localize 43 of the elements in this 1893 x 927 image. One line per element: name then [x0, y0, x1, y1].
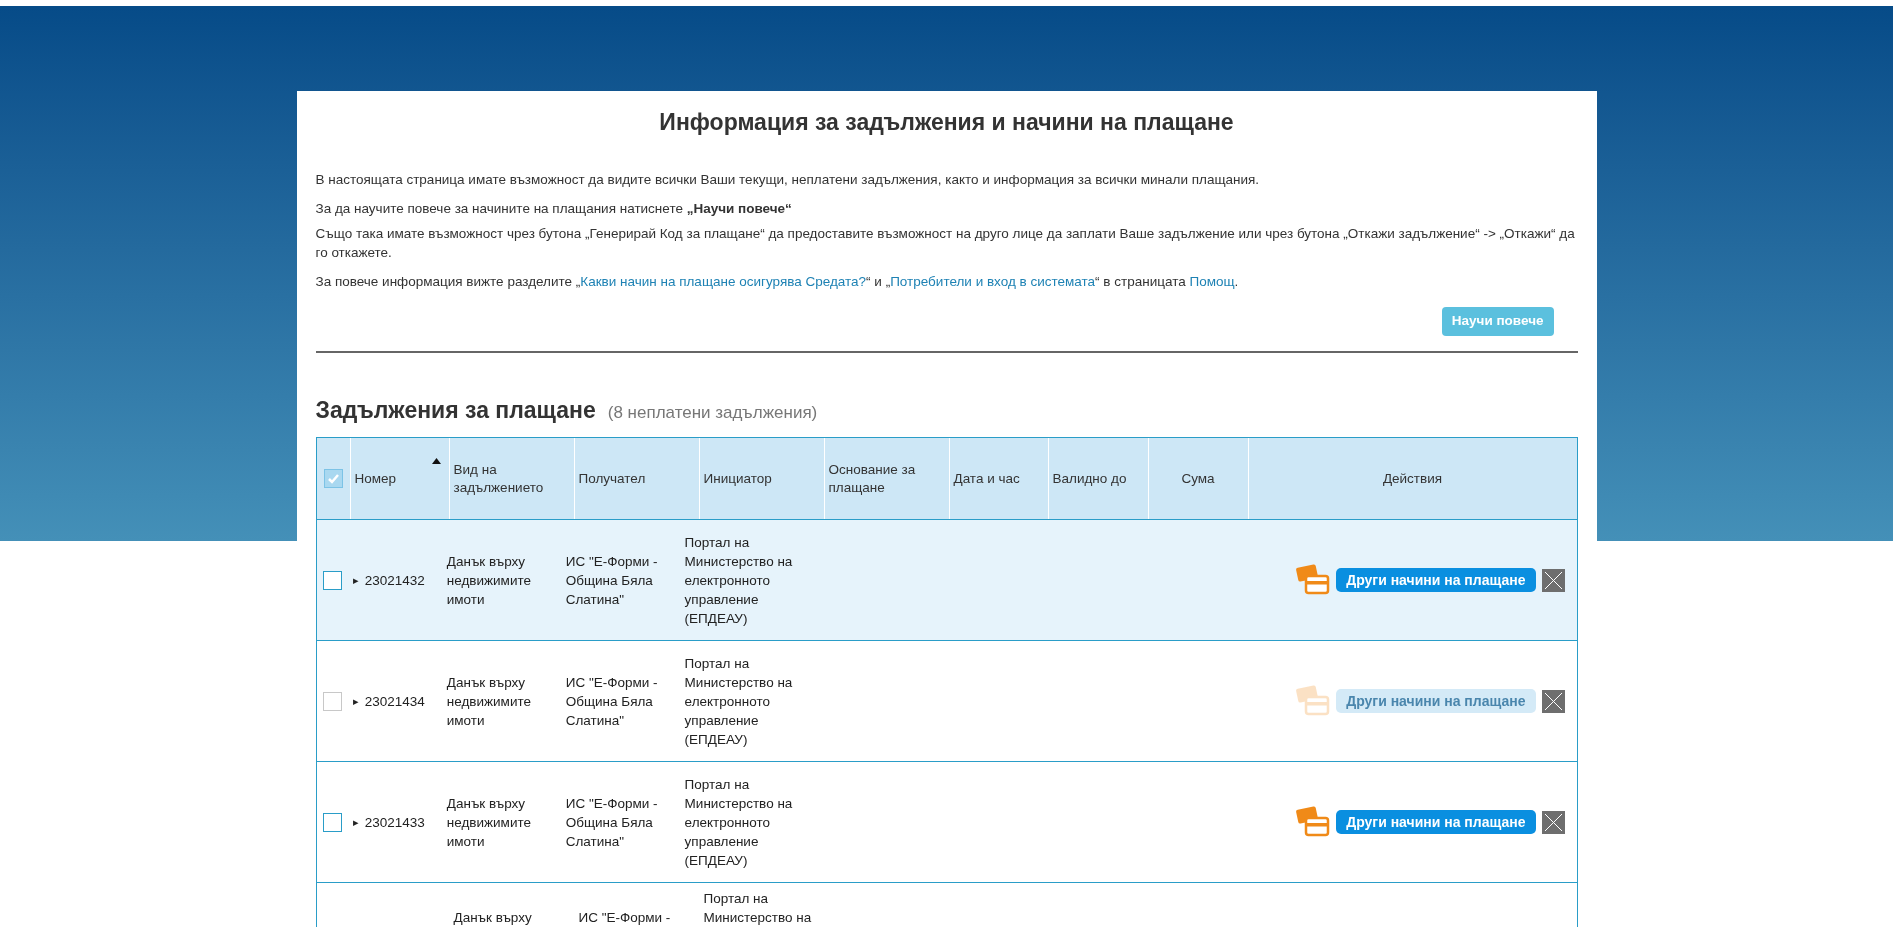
table-cell-text: 23021432	[364, 571, 425, 590]
help-link[interactable]: Помощ	[1189, 273, 1235, 289]
checkbox[interactable]	[323, 469, 343, 488]
expand-toggle[interactable]: ▸	[352, 812, 359, 832]
table-cell-text: Портал на Министерство на електронното управление (ЕПДЕАУ)	[684, 533, 794, 628]
section-title: Задължения за плащане	[315, 395, 596, 425]
table-cell: ИС "Е-Форми -	[578, 910, 671, 925]
close-button[interactable]	[1541, 810, 1565, 834]
info-paragraph: Също така имате възможност чрез бутона „Генерирай Код за плащане“ да предоставите възможност на друго лице да заплати Ваше задължение или чрез бутона „Откажи задължение“ -> „Откажи“ да го откажете.	[315, 224, 1576, 262]
credit-card-icon	[1296, 684, 1331, 718]
credit-card-icon	[1296, 563, 1331, 597]
info-text: За повече информация вижте разделите „	[315, 273, 581, 289]
table-cell-text: Данък върху недвижимите имоти	[446, 552, 532, 609]
table-cell-text: 23021433	[364, 813, 425, 832]
page-title: Информация за задължения и начини на плащане	[658, 108, 1235, 137]
check-icon	[326, 472, 340, 485]
table-cell-text: ИС "Е-Форми - Община Бяла Слатина"	[565, 552, 659, 609]
info-text: “ и „	[866, 273, 891, 289]
expand-toggle[interactable]: ▸	[352, 570, 359, 590]
table-cell: Данък върху	[453, 910, 532, 925]
close-icon	[1543, 812, 1563, 832]
table-cell: Портал на Министерство на	[703, 891, 812, 925]
help-link[interactable]: Потребители и вход в системата	[890, 273, 1096, 289]
help-link[interactable]: Какви начин на плащане осигурява Средата?	[580, 273, 867, 289]
table-cell-text: Портал на Министерство на електронното управление (ЕПДЕАУ)	[684, 775, 794, 870]
close-icon	[1543, 570, 1563, 590]
info-paragraph: За да научите повече за начините на плащания натиснете „Научи повече“	[315, 199, 793, 218]
table-cell-text: Данък върху недвижимите имоти	[446, 794, 532, 851]
table-cell-text: Портал на Министерство на електронното управление (ЕПДЕАУ)	[684, 654, 794, 749]
close-icon	[1543, 691, 1563, 711]
table-cell-text: ИС "Е-Форми - Община Бяла Слатина"	[565, 673, 659, 730]
checkbox[interactable]	[323, 812, 343, 832]
info-text: “ в страницата	[1095, 273, 1187, 289]
table-cell-text: Данък върху недвижимите имоти	[446, 673, 532, 730]
checkbox[interactable]	[323, 570, 343, 590]
table-cell-text: 23021434	[364, 692, 425, 711]
info-paragraph: В настоящата страница имате възможност да видите всички Ваши текущи, неплатени задължения, както и информация за всички минали плащания.	[315, 170, 1261, 189]
table-cell-text: ИС "Е-Форми - Община Бяла Слатина"	[565, 794, 659, 851]
debt-count: (8 неплатени задължения)	[607, 401, 818, 424]
credit-card-icon	[1296, 805, 1331, 839]
info-text: .	[1234, 273, 1239, 289]
column-header[interactable]: Действия	[1248, 438, 1577, 519]
close-button[interactable]	[1541, 568, 1565, 592]
